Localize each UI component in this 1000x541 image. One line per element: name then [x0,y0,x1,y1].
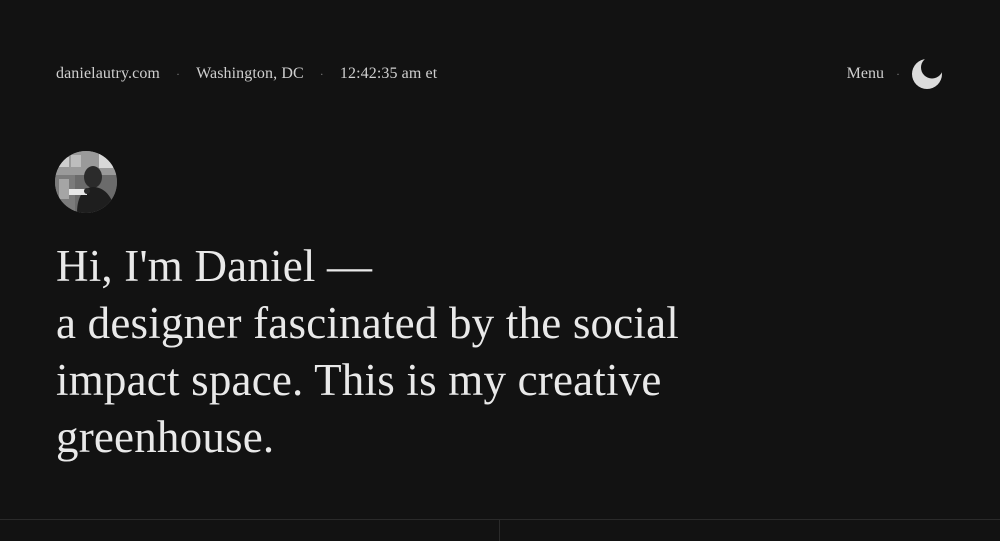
headline-line: a designer fascinated by the social [56,298,680,348]
separator-dot: · [175,67,181,81]
theme-toggle-button[interactable] [912,58,944,90]
location-text: Washington, DC [196,65,304,82]
section-divider [0,519,1000,520]
hero-headline: Hi, I'm Daniel — a designer fascinated b… [56,238,776,466]
top-bar: danielautry.com · Washington, DC · 12:42… [56,58,944,90]
separator-dot: · [319,67,324,81]
moon-icon [912,59,942,89]
separator-dot: · [896,67,900,81]
site-meta: danielautry.com · Washington, DC · 12:42… [56,65,437,83]
site-link[interactable]: danielautry.com [56,65,160,83]
menu-button[interactable]: Menu [847,65,884,83]
headline-line: greenhouse. [56,412,275,462]
avatar [55,151,117,213]
profile-photo [55,151,117,213]
clock-text: 12:42:35 am et [339,65,438,82]
right-nav: Menu · [847,58,944,90]
headline-line: Hi, I'm Daniel — [56,241,373,291]
column-divider [499,519,500,541]
headline-line: impact space. This is my creative [56,355,662,405]
